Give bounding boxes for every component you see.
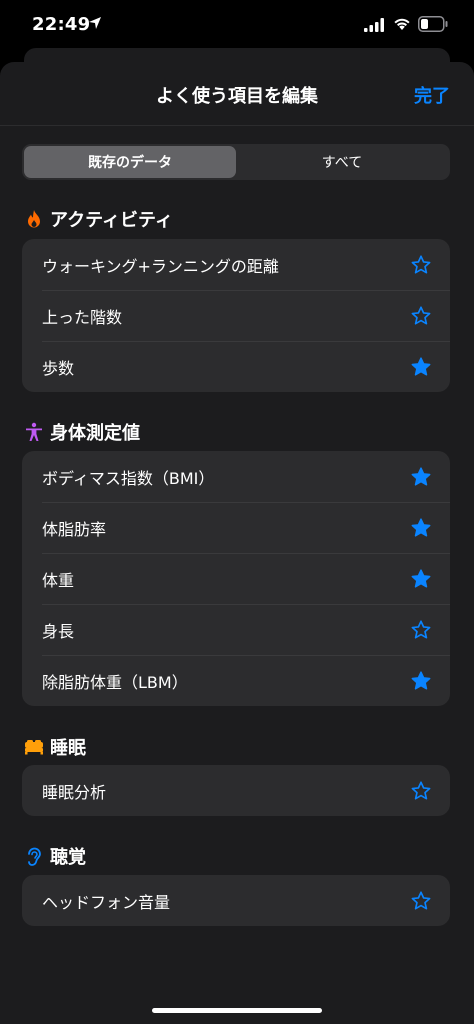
list-item[interactable]: 体脂肪率 (22, 502, 450, 553)
item-label: 睡眠分析 (42, 782, 107, 802)
item-label: 歩数 (42, 358, 75, 378)
star-outline-icon[interactable] (410, 254, 432, 276)
group-body-measurements: ボディマス指数（BMI） 体脂肪率 体重 身長 除脂肪体重（LBM） (22, 451, 450, 706)
item-label: ウォーキング+ランニングの距離 (42, 256, 279, 276)
location-arrow-icon (89, 17, 101, 29)
item-label: 身長 (42, 621, 75, 641)
list-item[interactable]: 身長 (22, 604, 450, 655)
star-filled-icon[interactable] (410, 568, 432, 590)
star-outline-icon[interactable] (410, 305, 432, 327)
section-title-hearing: 聴覚 (24, 843, 86, 869)
list-item[interactable]: 除脂肪体重（LBM） (22, 655, 450, 706)
cellular-signal-icon (364, 18, 384, 32)
star-outline-icon[interactable] (410, 619, 432, 641)
sheet-title: よく使う項目を編集 (156, 86, 318, 107)
section-title-sleep: 睡眠 (24, 734, 86, 760)
list-item[interactable]: 歩数 (22, 341, 450, 392)
group-hearing: ヘッドフォン音量 (22, 875, 450, 926)
list-item[interactable]: 体重 (22, 553, 450, 604)
sheet-header: よく使う項目を編集 完了 (0, 62, 474, 126)
edit-favorites-sheet: よく使う項目を編集 完了 既存のデータ すべて アクティビティ ウォーキング+ラ… (0, 62, 474, 1024)
status-time: 22:49 (32, 14, 91, 35)
status-bar: 22:49 (0, 0, 474, 50)
star-filled-icon[interactable] (410, 356, 432, 378)
star-filled-icon[interactable] (410, 466, 432, 488)
group-sleep: 睡眠分析 (22, 765, 450, 816)
section-title-text: アクティビティ (50, 210, 173, 231)
item-label: ヘッドフォン音量 (42, 892, 171, 912)
section-title-activity: アクティビティ (24, 206, 173, 232)
star-filled-icon[interactable] (410, 517, 432, 539)
star-outline-icon[interactable] (410, 780, 432, 802)
group-activity: ウォーキング+ランニングの距離 上った階数 歩数 (22, 239, 450, 392)
bed-icon (25, 740, 43, 755)
star-filled-icon[interactable] (410, 670, 432, 692)
segment-all[interactable]: すべて (236, 146, 448, 178)
section-title-text: 睡眠 (50, 738, 86, 759)
segmented-control: 既存のデータ すべて (22, 144, 450, 180)
star-outline-icon[interactable] (410, 890, 432, 912)
section-title-text: 聴覚 (50, 847, 86, 868)
list-item[interactable]: ヘッドフォン音量 (22, 875, 450, 926)
list-item[interactable]: ボディマス指数（BMI） (22, 451, 450, 502)
ear-icon (28, 847, 41, 866)
item-label: 除脂肪体重（LBM） (42, 672, 188, 692)
section-title-body-measurements: 身体測定値 (24, 419, 140, 445)
list-item[interactable]: 睡眠分析 (22, 765, 450, 816)
list-item[interactable]: 上った階数 (22, 290, 450, 341)
wifi-icon (394, 18, 410, 30)
flame-icon (28, 210, 40, 228)
segment-existing-data[interactable]: 既存のデータ (24, 146, 236, 178)
done-button[interactable]: 完了 (414, 82, 450, 108)
section-title-text: 身体測定値 (50, 423, 140, 444)
item-label: 上った階数 (42, 307, 123, 327)
list-item[interactable]: ウォーキング+ランニングの距離 (22, 239, 450, 290)
item-label: 体脂肪率 (42, 519, 107, 539)
item-label: 体重 (42, 570, 75, 590)
person-figure-icon (26, 422, 42, 441)
item-label: ボディマス指数（BMI） (42, 468, 215, 488)
home-indicator (152, 1008, 322, 1013)
battery-icon (418, 16, 448, 32)
